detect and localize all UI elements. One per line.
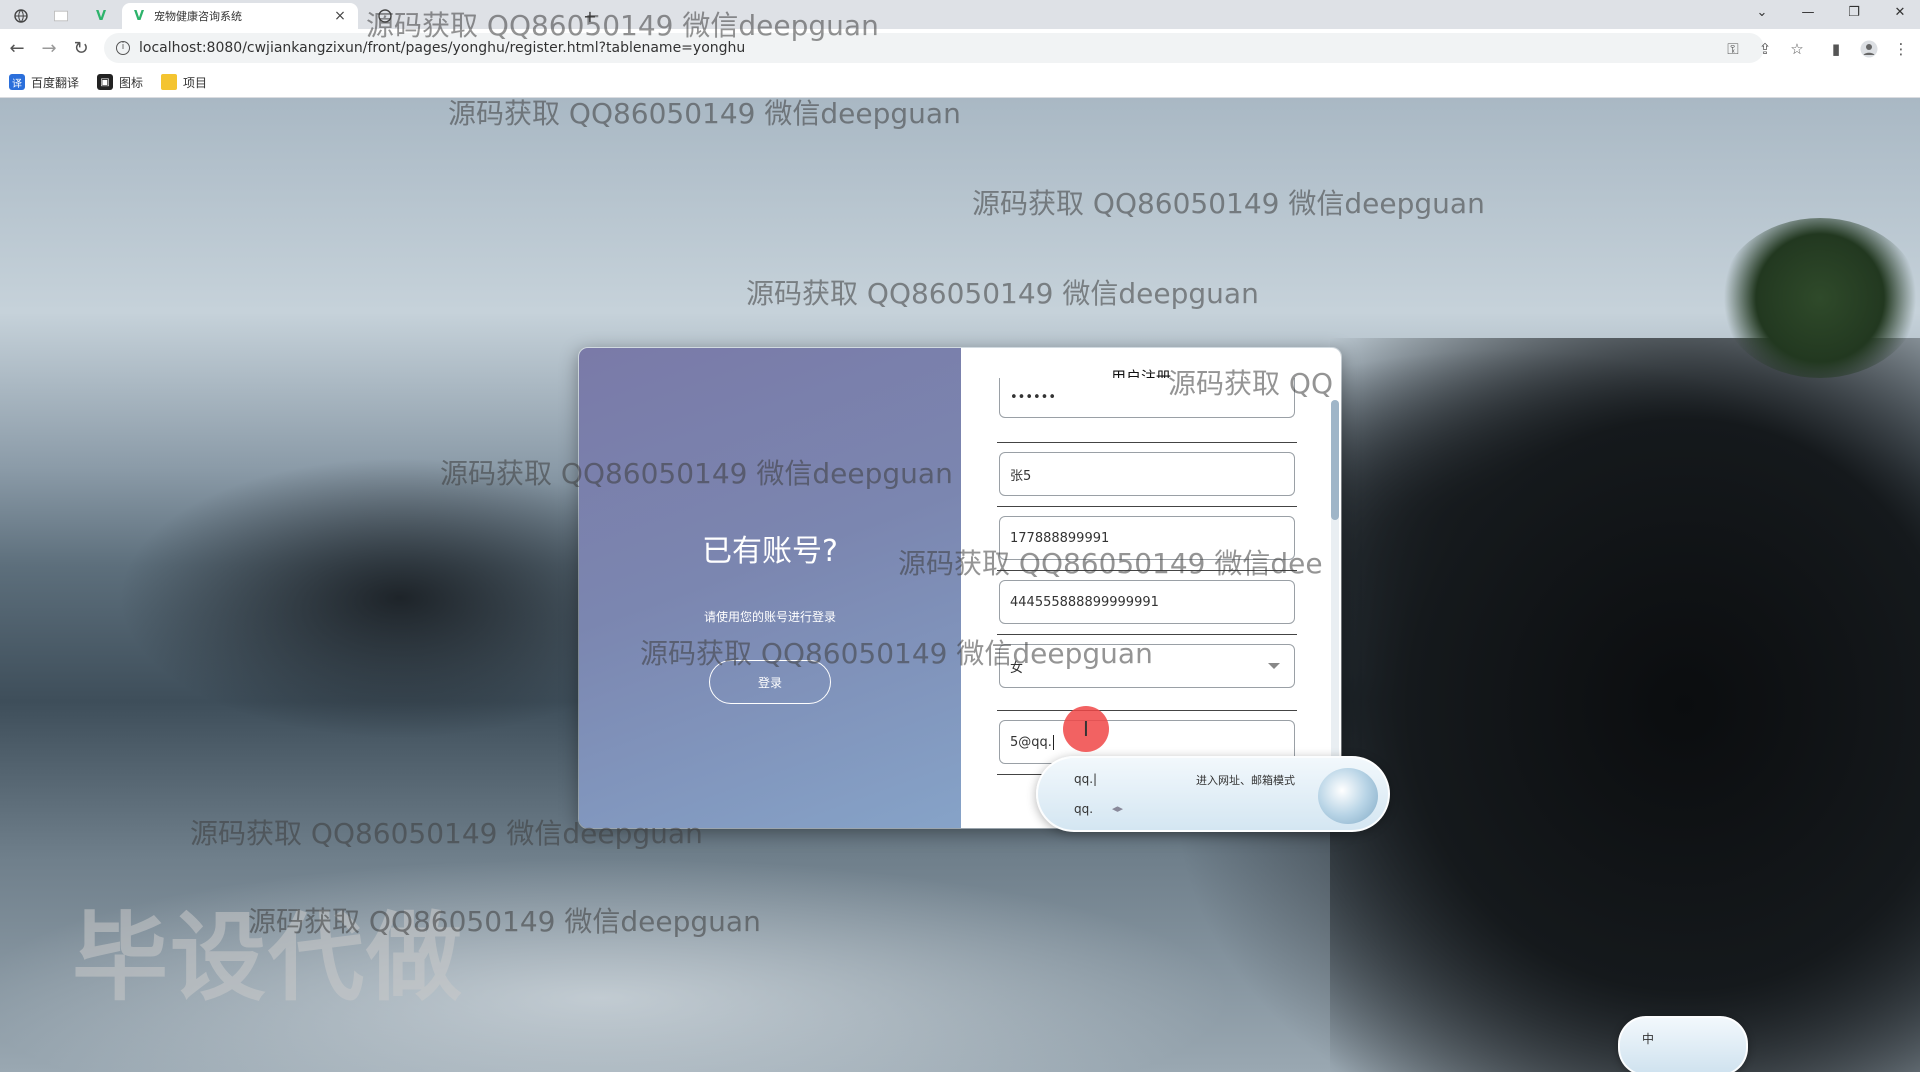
translate-icon: 译 [9, 74, 25, 90]
forward-icon[interactable]: → [36, 35, 62, 61]
bookmark-item[interactable]: ▣ 图标 [97, 74, 143, 91]
minimize-icon[interactable]: — [1786, 0, 1830, 24]
bookmark-item[interactable]: 译 百度翻译 [9, 74, 79, 91]
info-icon[interactable]: i [116, 41, 130, 55]
ime-skin-decoration [1318, 768, 1378, 824]
background-tree [1720, 218, 1920, 378]
panel-title: 已有账号? [702, 534, 838, 569]
globe-icon [378, 9, 392, 23]
bookmarks-bar: 译 百度翻译 ▣ 图标 项目 [0, 67, 1920, 98]
ime-composition: qq.| [1074, 772, 1098, 786]
field-divider [997, 710, 1297, 711]
mouse-cursor-highlight: I [1063, 706, 1109, 752]
login-button[interactable]: 登录 [709, 660, 831, 704]
ime-candidate-window: qq.| 进入网址、邮箱模式 qq. ◂▸ [1036, 756, 1390, 832]
login-prompt-panel: 已有账号? 请使用您的账号进行登录 登录 [579, 348, 961, 828]
tab-active[interactable]: V 宠物健康咨询系统 × [122, 3, 358, 29]
close-icon[interactable]: × [332, 8, 348, 24]
watermark-large: 毕设代做 [72, 902, 464, 1014]
ime-status-bar[interactable]: 中 [1618, 1016, 1748, 1072]
ime-mode: 中 [1642, 1032, 1655, 1046]
chevron-down-icon [1268, 663, 1280, 669]
text-caret [1052, 734, 1054, 750]
tab-pinned-3[interactable]: V [86, 3, 116, 29]
blank-page-icon [54, 9, 68, 23]
scrollbar-thumb[interactable] [1331, 400, 1339, 520]
close-window-icon[interactable]: ✕ [1878, 0, 1920, 24]
side-panel-icon[interactable]: ▮ [1825, 38, 1847, 60]
gender-select[interactable]: 女 [999, 644, 1295, 688]
star-icon[interactable]: ☆ [1786, 38, 1808, 60]
new-tab-button[interactable]: + [575, 3, 605, 29]
ime-hint: 进入网址、邮箱模式 [1196, 774, 1295, 787]
field-divider [997, 442, 1297, 443]
bookmark-item[interactable]: 项目 [161, 74, 207, 91]
name-field[interactable]: 张5 [999, 452, 1295, 496]
panel-subtitle: 请使用您的账号进行登录 [703, 610, 836, 624]
tab-search-icon[interactable]: ⌄ [1740, 0, 1784, 24]
background-rocks [1330, 338, 1920, 1072]
id-card-field[interactable]: 444555888899999991 [999, 580, 1295, 624]
tab-4[interactable] [370, 3, 400, 29]
bookmark-label: 项目 [183, 75, 208, 90]
restore-icon[interactable]: ❐ [1832, 0, 1876, 24]
plus-icon: + [583, 6, 597, 26]
tab-pinned-2[interactable] [46, 3, 76, 29]
share-icon[interactable]: ⇪ [1754, 38, 1776, 60]
vue-logo-icon: V [133, 8, 145, 24]
phone-field[interactable]: 177888899991 [999, 516, 1295, 560]
image-icon: ▣ [97, 74, 114, 90]
password-field[interactable]: •••••• [999, 378, 1295, 418]
field-divider [997, 570, 1297, 571]
key-icon[interactable]: ⚿ [1722, 38, 1744, 60]
ime-page-arrows-icon[interactable]: ◂▸ [1112, 802, 1123, 815]
browser-toolbar: ← → ↻ i localhost:8080/cwjiankangzixun/f… [0, 29, 1920, 67]
profile-icon[interactable] [1858, 38, 1880, 60]
menu-icon[interactable]: ⋮ [1890, 38, 1912, 60]
vue-logo-icon: V [95, 8, 107, 24]
tab-pinned-1[interactable] [6, 3, 36, 29]
reload-icon[interactable]: ↻ [68, 35, 94, 61]
tab-title: 宠物健康咨询系统 [154, 10, 242, 23]
bookmark-label: 图标 [119, 75, 144, 90]
bookmark-label: 百度翻译 [31, 75, 80, 90]
globe-icon [14, 9, 28, 23]
back-icon[interactable]: ← [4, 35, 30, 61]
text-cursor-icon: I [1083, 717, 1089, 741]
field-divider [997, 506, 1297, 507]
url-text: localhost:8080/cwjiankangzixun/front/pag… [139, 40, 746, 56]
ime-candidate[interactable]: qq. [1074, 802, 1093, 816]
folder-icon [161, 74, 178, 90]
tab-strip: V V 宠物健康咨询系统 × + ⌄ — ❐ ✕ [0, 0, 1920, 29]
field-divider [997, 634, 1297, 635]
address-bar[interactable]: i localhost:8080/cwjiankangzixun/front/p… [104, 33, 1764, 63]
